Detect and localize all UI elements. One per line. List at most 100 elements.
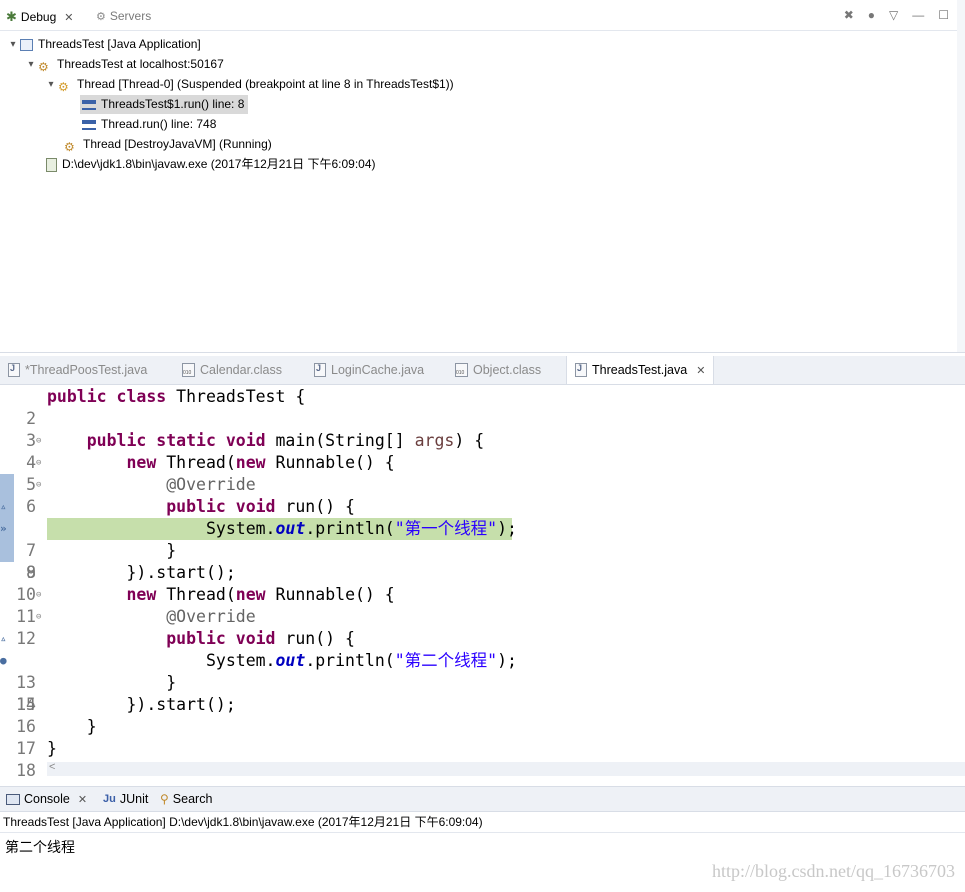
tree-item-vm[interactable]: ▾ ⚙ ThreadsTest at localhost:50167	[24, 55, 224, 74]
code-line: 11 ⊖ new Thread(new Runnable() {	[0, 584, 965, 626]
line-number: 18	[16, 761, 36, 780]
tree-item-destroyjavavm[interactable]: ⚙ Thread [DestroyJavaVM] (Running)	[64, 135, 272, 154]
instruction-pointer-icon[interactable]: »	[0, 518, 14, 540]
bug-icon: ✱	[6, 9, 17, 24]
tab-threadpoostest[interactable]: *ThreadPoosTest.java	[8, 356, 147, 384]
tree-item-application[interactable]: ▾ ThreadsTest [Java Application]	[6, 35, 200, 54]
override-marker-icon[interactable]: ▵	[0, 628, 14, 650]
maximize-icon[interactable]: ☐	[938, 8, 949, 22]
view-menu-icon[interactable]: ▽	[889, 8, 898, 22]
chevron-down-icon[interactable]: ▾	[6, 35, 20, 54]
tab-label: *ThreadPoosTest.java	[25, 363, 148, 377]
tab-logincache[interactable]: LoginCache.java	[314, 356, 424, 384]
debug-scrollbar[interactable]	[957, 0, 965, 352]
field: out	[275, 651, 306, 670]
string-literal: "第一个线程"	[394, 519, 498, 538]
fold-icon[interactable]: ⊖	[36, 474, 44, 496]
thread-group-icon[interactable]: ●	[868, 8, 875, 22]
remove-terminated-icon[interactable]: ✖	[844, 8, 854, 22]
tree-item-label: ThreadsTest at localhost:50167	[57, 57, 224, 71]
tab-object[interactable]: Object.class	[455, 356, 541, 384]
code-line: 17 }	[0, 716, 965, 758]
chevron-down-icon[interactable]: ▾	[24, 55, 38, 74]
tree-item-label: D:\dev\jdk1.8\bin\javaw.exe (2017年12月21日…	[62, 157, 376, 171]
java-file-icon	[8, 363, 20, 377]
console-view: Console ✕ Ju JUnit ⚲ Search ThreadsTest …	[0, 786, 965, 892]
process-icon	[46, 157, 57, 172]
keyword: class	[116, 387, 167, 406]
tree-item-process[interactable]: D:\dev\jdk1.8\bin\javaw.exe (2017年12月21日…	[46, 155, 376, 174]
tab-label: JUnit	[119, 792, 149, 806]
java-file-icon	[314, 363, 326, 377]
tab-label: Search	[172, 792, 213, 806]
code-text: ThreadsTest {	[166, 387, 306, 406]
tree-item-thread-0[interactable]: ▾ ⚙ Thread [Thread-0] (Suspended (breakp…	[44, 75, 453, 94]
override-marker-icon[interactable]: ▵	[0, 496, 14, 518]
code-text: }).start();	[126, 695, 236, 714]
editor-horizontal-scrollbar[interactable]: <	[47, 761, 965, 776]
editor: *ThreadPoosTest.java Calendar.class Logi…	[0, 356, 965, 780]
class-file-icon	[455, 363, 468, 377]
close-icon[interactable]: ✕	[64, 11, 73, 24]
code-text: }	[166, 673, 177, 692]
tab-servers-label: Servers	[109, 9, 152, 23]
java-application-icon	[20, 38, 33, 51]
editor-tabbar: *ThreadPoosTest.java Calendar.class Logi…	[0, 356, 965, 385]
code-line: 6 ⊖ @Override	[0, 474, 965, 516]
fold-icon[interactable]: ⊖	[36, 606, 44, 628]
keyword: public static void	[86, 431, 266, 450]
tree-item-frame-run[interactable]: ThreadsTest$1.run() line: 8	[80, 95, 249, 114]
code-line: 3	[0, 408, 965, 450]
tree-item-frame-thread-run[interactable]: Thread.run() line: 748	[82, 115, 216, 134]
minimize-icon[interactable]: —	[912, 8, 924, 22]
class-file-icon	[182, 363, 195, 377]
chevron-down-icon[interactable]: ▾	[44, 75, 58, 94]
selected-row: ThreadsTest$1.run() line: 8	[80, 95, 249, 114]
tab-label: Object.class	[473, 363, 542, 377]
search-icon: ⚲	[160, 792, 169, 806]
keyword: public void	[166, 497, 276, 516]
fold-icon[interactable]: ⊖	[36, 584, 44, 606]
tab-label: Console	[24, 792, 70, 806]
code-text: Runnable() {	[265, 585, 395, 604]
code-text: main(String[]	[265, 431, 415, 450]
code-text: }	[47, 739, 57, 758]
code-text: .println(	[305, 519, 395, 538]
code-line: 16 }).start();	[0, 694, 965, 736]
string-literal: "第二个线程"	[394, 651, 498, 670]
vm-icon: ⚙	[38, 59, 49, 74]
code-text: Runnable() {	[265, 453, 395, 472]
code-line: 4 ⊖ public static void main(String[] arg…	[0, 430, 965, 472]
code-line: 15 }	[0, 672, 965, 714]
code-text: }	[166, 541, 177, 560]
keyword: new	[126, 453, 157, 472]
fold-icon[interactable]: ⊖	[36, 452, 44, 474]
code-line: 2 public class ThreadsTest {	[0, 386, 965, 428]
scroll-left-icon[interactable]: <	[49, 761, 55, 773]
tab-debug[interactable]: ✱ Debug ✕	[6, 9, 74, 25]
breakpoint-icon[interactable]: ●	[0, 650, 14, 672]
close-icon[interactable]: ✕	[696, 364, 705, 377]
keyword: new	[235, 585, 266, 604]
fold-icon[interactable]: ⊖	[36, 430, 44, 452]
console-process-description: ThreadsTest [Java Application] D:\dev\jd…	[0, 812, 965, 833]
tab-threadstest[interactable]: ThreadsTest.java ✕	[566, 356, 715, 384]
code-line: ● 14 System.out.println("第二个线程");	[0, 650, 965, 714]
close-icon[interactable]: ✕	[78, 793, 87, 806]
console-output[interactable]: 第二个线程	[0, 833, 965, 857]
code-line-current: » 8 System.out.println("第一个线程");	[0, 518, 965, 582]
annotation: @Override	[166, 475, 256, 494]
tab-junit[interactable]: Ju JUnit	[103, 792, 148, 806]
keyword: new	[235, 453, 266, 472]
code-line: ▵ 7 public void run() {	[0, 496, 965, 560]
code-line: 10 }).start();	[0, 562, 965, 604]
debug-toolbar: ✖ ● ▽ — ☐	[844, 8, 949, 22]
tree-item-label: ThreadsTest$1.run() line: 8	[101, 97, 245, 111]
tab-servers[interactable]: ⚙ Servers	[96, 9, 151, 23]
tab-label: ThreadsTest.java	[592, 363, 688, 377]
keyword: public	[47, 387, 107, 406]
tab-console[interactable]: Console ✕	[6, 792, 87, 806]
tab-search[interactable]: ⚲ Search	[160, 792, 212, 806]
code-text: }).start();	[126, 563, 236, 582]
tab-calendar[interactable]: Calendar.class	[182, 356, 282, 384]
